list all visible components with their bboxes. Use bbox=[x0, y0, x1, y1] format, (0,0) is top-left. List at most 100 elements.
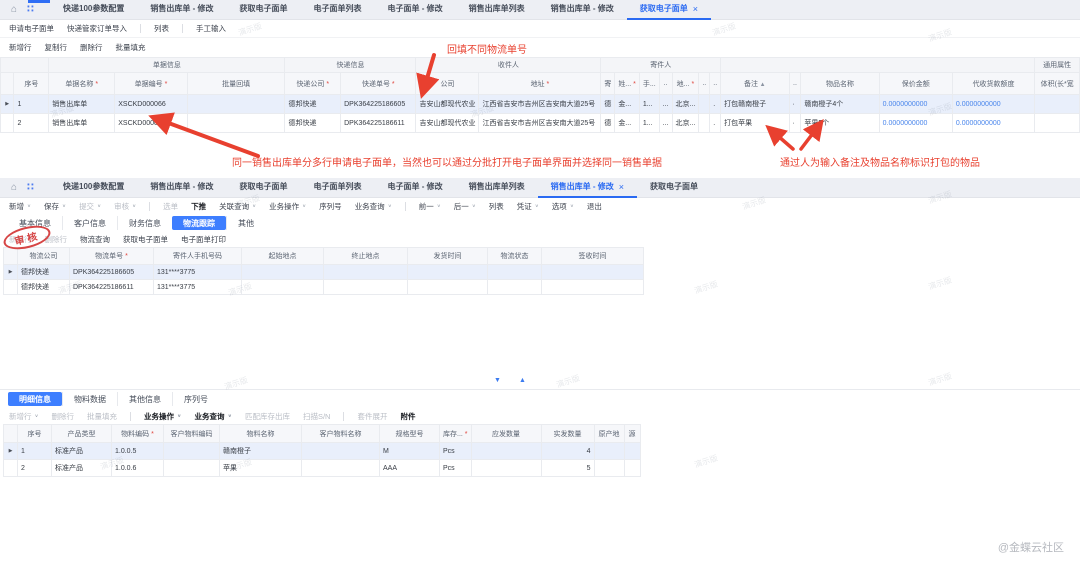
column-header[interactable]: 库存... * bbox=[440, 425, 472, 443]
column-header[interactable]: 客户物料编码 bbox=[164, 425, 220, 443]
table-cell[interactable] bbox=[1035, 114, 1080, 133]
table-cell[interactable]: 吉安山都现代农业 bbox=[416, 95, 479, 114]
column-header[interactable]: 序号 bbox=[14, 73, 49, 95]
column-header[interactable]: 物品名称 bbox=[801, 73, 879, 95]
tab-item[interactable]: 客户信息 bbox=[62, 216, 117, 230]
table-cell[interactable]: XSCKD000066 bbox=[115, 114, 187, 133]
table-cell[interactable]: · bbox=[789, 114, 801, 133]
table-row[interactable]: ▶德邦快递DPK364225186605131****3775 bbox=[4, 265, 644, 280]
toolbar-item[interactable]: 退出 bbox=[587, 201, 602, 212]
column-header[interactable]: 备注 ▲ bbox=[721, 73, 789, 95]
tab-item[interactable]: 电子面单 - 修改 bbox=[374, 0, 455, 20]
column-header[interactable]: 寄 bbox=[601, 73, 615, 95]
column-header[interactable]: 地址 * bbox=[479, 73, 601, 95]
tab-item[interactable]: 获取电子面单 bbox=[637, 178, 711, 198]
table-cell[interactable]: 1.0.0.5 bbox=[112, 443, 164, 460]
tab-item[interactable]: 其他 bbox=[226, 216, 265, 230]
column-header[interactable]: 序号 bbox=[18, 425, 52, 443]
table-cell[interactable]: 销售出库单 bbox=[49, 114, 115, 133]
table-row[interactable]: ▶1销售出库单XSCKD000066德邦快递DPK364225186605吉安山… bbox=[1, 95, 1080, 114]
tab-item[interactable]: 销售出库单列表 bbox=[456, 178, 538, 198]
column-header[interactable]: .. bbox=[699, 73, 710, 95]
column-header[interactable]: 签收时间 bbox=[542, 248, 644, 265]
tab-item[interactable]: 物料数据 bbox=[62, 392, 117, 406]
toolbar-item[interactable]: 业务操作∨ bbox=[144, 411, 181, 422]
column-header[interactable]: 寄件人手机号码 bbox=[154, 248, 242, 265]
tab-item[interactable]: 销售出库单列表 bbox=[456, 0, 538, 20]
column-header[interactable]: 物流公司 bbox=[18, 248, 70, 265]
row-indicator[interactable] bbox=[4, 280, 18, 295]
tab-item[interactable]: 快递100参数配置 bbox=[50, 0, 137, 20]
tab-item[interactable]: 销售出库单 - 修改 bbox=[538, 0, 627, 20]
column-header[interactable]: 规格型号 bbox=[380, 425, 440, 443]
table-cell[interactable] bbox=[164, 460, 220, 477]
tab-close-icon[interactable]: × bbox=[619, 182, 624, 192]
table-cell[interactable]: 1 bbox=[14, 95, 49, 114]
toolbar-item[interactable]: 后一∨ bbox=[454, 201, 476, 212]
home-icon[interactable]: ⌂ bbox=[11, 4, 17, 15]
table-cell[interactable]: 苹果 bbox=[220, 460, 302, 477]
tab-active[interactable]: 明细信息 bbox=[8, 392, 62, 406]
column-header[interactable]: .. bbox=[710, 73, 721, 95]
table-cell[interactable]: 4 bbox=[541, 443, 594, 460]
column-header[interactable]: 起始地点 bbox=[242, 248, 324, 265]
collapse-down-icon[interactable]: ▼ bbox=[494, 377, 501, 384]
column-header[interactable]: 物流单号 * bbox=[70, 248, 154, 265]
column-header[interactable] bbox=[4, 248, 18, 265]
column-header[interactable]: 实发数量 bbox=[541, 425, 594, 443]
table-cell[interactable]: ... bbox=[659, 114, 672, 133]
tab-item[interactable]: 其他信息 bbox=[117, 392, 172, 406]
table-cell[interactable]: 德 bbox=[601, 114, 615, 133]
table-cell[interactable] bbox=[324, 280, 408, 295]
toolbar-item[interactable]: 关联查询∨ bbox=[219, 201, 256, 212]
table-cell[interactable] bbox=[408, 265, 488, 280]
table-cell[interactable]: 0.0000000000 bbox=[879, 114, 952, 133]
table-cell[interactable]: 德邦快递 bbox=[18, 280, 70, 295]
table-row[interactable]: 2标准产品1.0.0.6苹果AAAPcs5 bbox=[4, 460, 641, 477]
toolbar-item[interactable]: 附件 bbox=[400, 411, 415, 422]
row-indicator[interactable] bbox=[1, 114, 14, 133]
toolbar-item[interactable]: 选项∨ bbox=[552, 201, 574, 212]
column-header[interactable]: 源 bbox=[624, 425, 640, 443]
table-cell[interactable] bbox=[594, 443, 624, 460]
toolbar-item[interactable]: 下推 bbox=[191, 201, 206, 212]
column-header[interactable]: 代收货款额度 bbox=[952, 73, 1034, 95]
table-cell[interactable] bbox=[187, 95, 285, 114]
table-cell[interactable]: 打包苹果 bbox=[721, 114, 789, 133]
table-cell[interactable]: 1.0.0.6 bbox=[112, 460, 164, 477]
table-cell[interactable] bbox=[324, 265, 408, 280]
table-cell[interactable]: 0.0000000000 bbox=[952, 114, 1034, 133]
row-indicator[interactable]: ▶ bbox=[4, 443, 18, 460]
row-indicator[interactable]: ▶ bbox=[1, 95, 14, 114]
table-cell[interactable]: DPK364225186611 bbox=[70, 280, 154, 295]
table-cell[interactable]: AAA bbox=[380, 460, 440, 477]
table-cell[interactable]: 德 bbox=[601, 95, 615, 114]
toolbar-item[interactable]: 序列号 bbox=[319, 201, 342, 212]
table-cell[interactable]: 苹果5个 bbox=[801, 114, 879, 133]
table-cell[interactable] bbox=[624, 443, 640, 460]
table-cell[interactable]: 德邦快递 bbox=[285, 95, 341, 114]
row-indicator[interactable] bbox=[4, 460, 18, 477]
toolbar-item[interactable]: 新增行 bbox=[9, 42, 32, 53]
tab-active[interactable]: 获取电子面单× bbox=[627, 0, 711, 20]
table-cell[interactable]: ... bbox=[659, 95, 672, 114]
table-cell[interactable]: 打包赣南橙子 bbox=[721, 95, 789, 114]
column-header[interactable]: 快递公司 * bbox=[285, 73, 341, 95]
table-cell[interactable]: . bbox=[710, 114, 721, 133]
table-cell[interactable]: 2 bbox=[14, 114, 49, 133]
table-cell[interactable]: . bbox=[710, 95, 721, 114]
table-cell[interactable] bbox=[1035, 95, 1080, 114]
table-cell[interactable] bbox=[187, 114, 285, 133]
table-cell[interactable] bbox=[242, 280, 324, 295]
table-cell[interactable]: 江西省吉安市吉州区吉安南大道25号 bbox=[479, 95, 601, 114]
column-header[interactable]: 单据名称 * bbox=[49, 73, 115, 95]
table-cell[interactable]: Pcs bbox=[440, 460, 472, 477]
toolbar-item[interactable]: 业务查询∨ bbox=[195, 411, 232, 422]
column-header[interactable]: 姓... * bbox=[615, 73, 640, 95]
table-cell[interactable]: 江西省吉安市吉州区吉安南大道25号 bbox=[479, 114, 601, 133]
table-cell[interactable] bbox=[408, 280, 488, 295]
table-cell[interactable]: XSCKD000066 bbox=[115, 95, 187, 114]
table-cell[interactable]: · bbox=[789, 95, 801, 114]
toolbar-item[interactable]: 保存∨ bbox=[44, 201, 66, 212]
tab-item[interactable]: 电子面单列表 bbox=[300, 0, 374, 20]
